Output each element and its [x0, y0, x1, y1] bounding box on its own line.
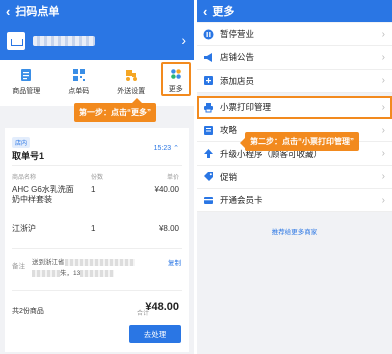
chevron-up-icon: ⌃ [173, 145, 179, 152]
left-screen: ‹ 扫码点单 › 商品管理 点单码 外送设置 更多 第一步：点击“更多” 店内 … [0, 0, 194, 354]
item-price: ¥8.00 [158, 224, 179, 233]
back-icon[interactable]: ‹ [203, 5, 207, 18]
product-icon [21, 69, 32, 81]
menu-item-receipt-printing[interactable]: 小票打印管理 › [197, 95, 392, 120]
store-name-blurred [33, 36, 95, 46]
menu-item-membership-card[interactable]: 开通会员卡 › [197, 189, 392, 213]
shortcut-label: 点单码 [68, 88, 90, 95]
chevron-right-icon: › [381, 171, 385, 183]
divider [12, 290, 182, 291]
chevron-right-icon: › [381, 51, 385, 63]
step2-callout: 第二步：点击“小票打印管理” [240, 132, 359, 151]
item-count: 共2份商品 [12, 308, 44, 315]
order-number: 取单号1 [12, 151, 45, 161]
shortcut-order-qrcode[interactable]: 点单码 [56, 68, 102, 96]
col-header-price: 单价 [166, 175, 179, 181]
menu-item-add-staff[interactable]: 添加店员 › [197, 69, 392, 93]
delivery-icon [126, 70, 138, 81]
col-header-name: 商品名称 [12, 175, 37, 181]
step1-callout: 第一步：点击“更多” [74, 98, 156, 122]
item-name: AHC G6水乳洗面奶中样套装 [12, 185, 74, 204]
process-button[interactable]: 去处理 [129, 325, 181, 343]
left-top-bar: ‹ 扫码点单 [0, 0, 194, 22]
remark-label: 备注 [12, 263, 25, 270]
menu-item-pause-business[interactable]: 暂停营业 › [197, 23, 392, 47]
card-icon [204, 196, 213, 204]
divider [12, 248, 182, 249]
promotion-icon [204, 172, 213, 182]
back-icon[interactable]: ‹ [6, 5, 10, 18]
chevron-right-icon: › [181, 32, 186, 48]
chevron-right-icon: › [381, 75, 385, 87]
chevron-right-icon: › [381, 194, 385, 206]
remark-text: 送到浙江省 朱，13 [32, 257, 152, 279]
qrcode-icon [72, 69, 85, 81]
chevron-right-icon: › [381, 124, 385, 136]
shortcut-label: 商品管理 [12, 88, 41, 95]
item-qty: 1 [91, 224, 96, 233]
page-title: 扫码点单 [15, 6, 60, 18]
chevron-right-icon: › [381, 101, 385, 113]
chevron-right-icon: › [381, 28, 385, 40]
col-header-qty: 份数 [91, 175, 104, 181]
shortcut-label: 外送设置 [117, 88, 146, 95]
grid-icon [170, 69, 181, 79]
store-header[interactable]: › [0, 22, 194, 60]
recommend-link[interactable]: 推荐给更多商家 [197, 226, 392, 236]
item-price: ¥40.00 [154, 185, 179, 194]
add-staff-icon [204, 76, 213, 86]
menu-item-promotion[interactable]: 促销 › [197, 165, 392, 190]
right-screen: ‹ 更多 暂停营业 › 店铺公告 › 添加店员 › 小票打印管理 › 攻略 › [197, 0, 392, 354]
shortcut-label: 更多 [168, 86, 183, 93]
chevron-right-icon: › [381, 148, 385, 160]
shortcut-row: 商品管理 点单码 外送设置 更多 [0, 60, 194, 106]
order-card: 店内 取单号1 15:23 ⌃ 商品名称 份数 单价 AHC G6水乳洗面奶中样… [5, 128, 189, 352]
order-total: ¥48.00 [145, 301, 179, 313]
upgrade-icon [204, 149, 213, 159]
order-tag: 店内 [12, 137, 31, 148]
printer-icon [204, 102, 213, 113]
more-menu: 暂停营业 › 店铺公告 › 添加店员 › 小票打印管理 › 攻略 › 升级小程序… [197, 23, 392, 236]
megaphone-icon [204, 52, 212, 62]
page-title: 更多 [212, 6, 235, 18]
store-logo-icon [7, 32, 25, 50]
guide-icon [204, 125, 213, 135]
shortcut-delivery-settings[interactable]: 外送设置 [108, 68, 154, 96]
right-top-bar: ‹ 更多 [197, 0, 392, 22]
copy-link[interactable]: 复制 [168, 257, 181, 267]
menu-item-store-notice[interactable]: 店铺公告 › [197, 46, 392, 70]
item-qty: 1 [91, 185, 96, 194]
item-name: 江浙沪 [12, 224, 36, 233]
pause-icon [203, 29, 214, 40]
shortcut-more[interactable]: 更多 [160, 62, 191, 96]
shortcut-product-management[interactable]: 商品管理 [3, 68, 49, 96]
divider [12, 165, 182, 166]
order-time[interactable]: 15:23 ⌃ [154, 144, 179, 152]
